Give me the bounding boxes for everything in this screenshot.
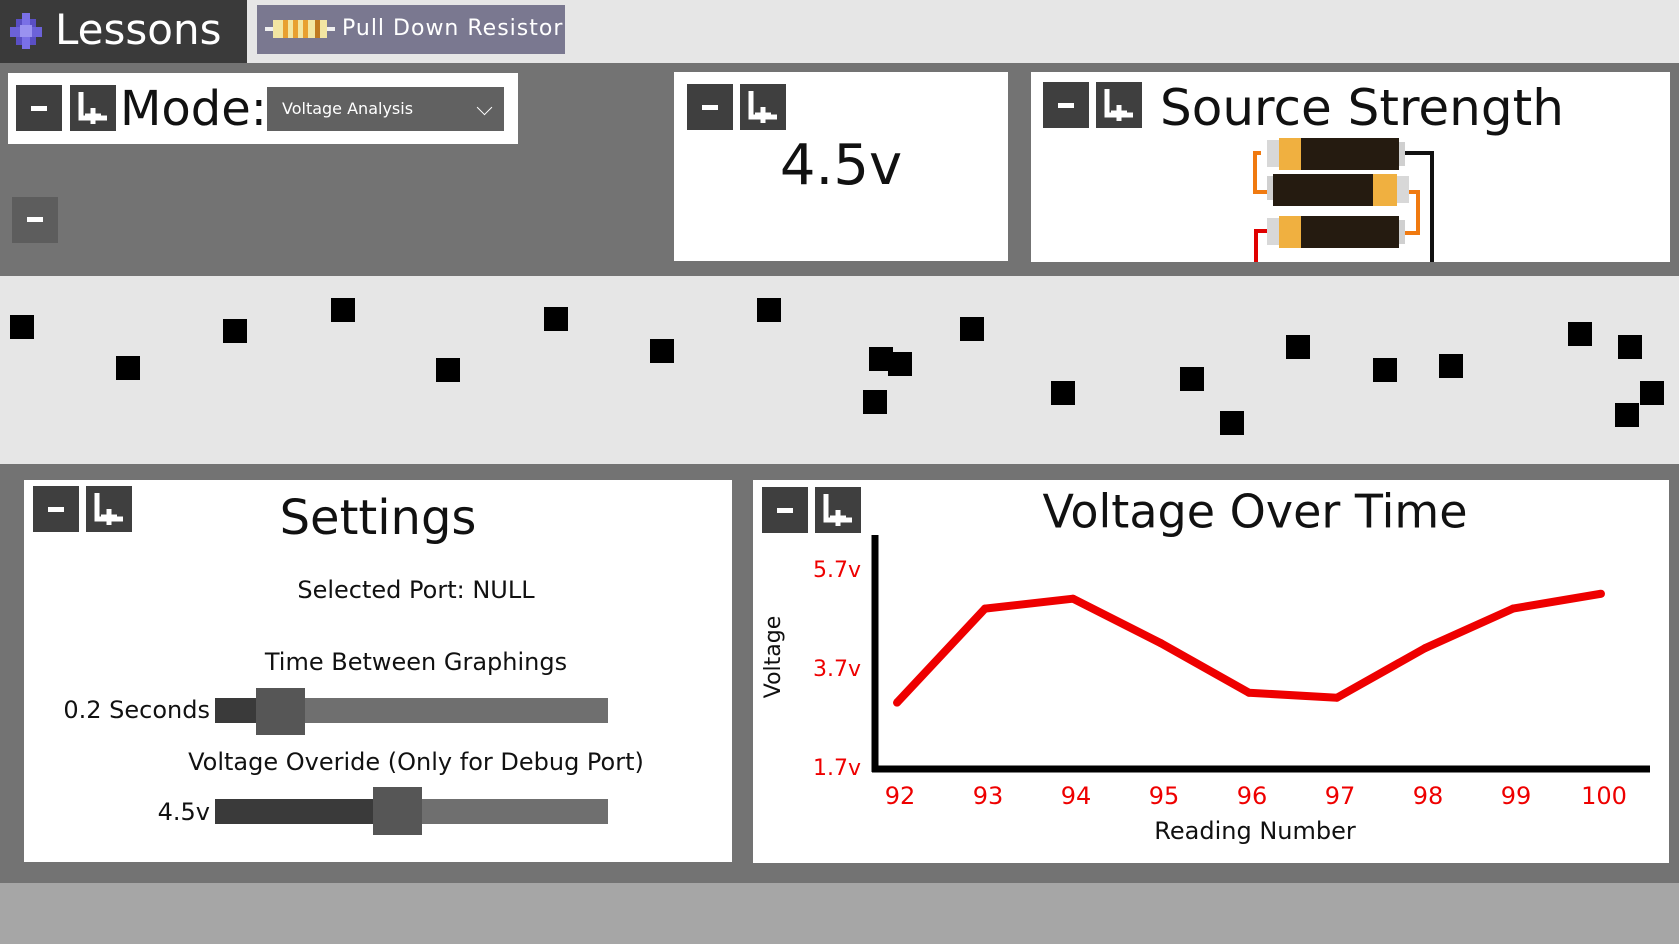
crop-icon xyxy=(748,91,777,123)
chart-y-tick-label: 1.7v xyxy=(813,756,861,781)
particle-dot xyxy=(756,297,781,322)
chart-title: Voltage Over Time xyxy=(1042,485,1467,539)
particle-dot xyxy=(649,339,674,364)
lesson-name: Pull Down Resistor xyxy=(342,16,564,41)
source-strength-title: Source Strength xyxy=(1160,79,1564,137)
top-bar xyxy=(0,0,1679,63)
chart-x-tick-label: 93 xyxy=(973,782,1004,810)
chart-x-tick-label: 96 xyxy=(1237,782,1268,810)
chart-data-point xyxy=(1509,604,1517,613)
time-between-slider-thumb[interactable] xyxy=(256,688,306,735)
chart-x-tick-label: 99 xyxy=(1501,782,1532,810)
chart-x-tick-label: 98 xyxy=(1413,782,1444,810)
particle-dot xyxy=(1050,380,1075,405)
source-minus-button[interactable] xyxy=(1043,82,1089,128)
particle-dot xyxy=(960,316,985,341)
voltage-override-slider-thumb[interactable] xyxy=(373,787,423,835)
voltage-crop-button[interactable] xyxy=(740,84,786,130)
selected-port-label: Selected Port: NULL xyxy=(297,576,535,604)
crop-icon xyxy=(823,494,852,526)
particle-dot xyxy=(887,352,912,377)
particle-dot xyxy=(543,307,568,332)
voltage-override-slider-fill xyxy=(215,799,384,824)
lessons-tab[interactable]: Lessons xyxy=(0,0,247,63)
mode-select[interactable]: Voltage Analysis xyxy=(267,87,504,131)
time-between-value: 0.2 Seconds xyxy=(63,696,210,724)
chart-data-point xyxy=(1333,693,1341,702)
particle-dot xyxy=(330,297,355,322)
particle-dot xyxy=(1180,367,1205,392)
voltage-override-label: Voltage Overide (Only for Debug Port) xyxy=(188,748,644,776)
chart-data-point xyxy=(1245,688,1253,697)
particle-dot xyxy=(862,389,887,414)
crop-icon xyxy=(78,92,107,124)
crop-icon xyxy=(1104,89,1133,121)
chart-y-tick-label: 5.7v xyxy=(813,558,861,583)
resistor-icon xyxy=(265,20,335,38)
chart-x-tick-label: 100 xyxy=(1581,782,1627,810)
particle-dot xyxy=(115,356,140,381)
voltage-minus-button[interactable] xyxy=(687,84,733,130)
particle-dot xyxy=(1438,354,1463,379)
particle-dot xyxy=(1285,335,1310,360)
chart-data-point xyxy=(1157,639,1165,648)
chart-data-point xyxy=(981,604,989,613)
mode-minus-button[interactable] xyxy=(16,85,62,131)
chart-x-tick-label: 92 xyxy=(885,782,916,810)
chevron-down-icon xyxy=(476,99,493,116)
particle-dot xyxy=(9,314,34,339)
particle-dot xyxy=(1618,335,1643,360)
chart-x-tick-label: 94 xyxy=(1061,782,1092,810)
chart-data-point xyxy=(893,698,901,707)
particle-dot xyxy=(1614,403,1639,428)
chart-axes: 5.7v 3.7v 1.7v 92 93 94 95 96 97 98 99 100 xyxy=(813,535,1650,810)
source-crop-button[interactable] xyxy=(1096,82,1142,128)
particle-dot xyxy=(1567,322,1592,347)
chart-y-tick-label: 3.7v xyxy=(813,657,861,682)
particle-dot xyxy=(436,358,461,382)
particle-dot xyxy=(223,318,248,343)
particle-strip xyxy=(0,276,1679,464)
chart-minus-button[interactable] xyxy=(762,487,808,533)
chart-data-point xyxy=(1597,589,1605,598)
puzzle-icon xyxy=(10,13,42,49)
settings-title: Settings xyxy=(279,490,477,546)
particle-dot xyxy=(1373,358,1398,382)
mode-select-value: Voltage Analysis xyxy=(282,99,414,118)
minus-button[interactable] xyxy=(12,197,58,243)
mode-label: Mode: xyxy=(120,81,267,137)
voltage-override-value: 4.5v xyxy=(157,798,210,826)
lesson-chip[interactable]: Pull Down Resistor xyxy=(257,5,565,54)
time-between-label: Time Between Graphings xyxy=(264,648,568,676)
chart-data-point xyxy=(1069,594,1077,603)
chart-crop-button[interactable] xyxy=(815,487,861,533)
voltage-chart: Voltage Over Time Voltage Reading Number… xyxy=(761,485,1650,845)
voltage-readout: 4.5v xyxy=(779,133,903,198)
lessons-label: Lessons xyxy=(55,5,222,54)
mode-crop-button[interactable] xyxy=(70,85,116,131)
chart-x-tick-label: 97 xyxy=(1325,782,1356,810)
chart-xlabel: Reading Number xyxy=(1154,817,1356,845)
particle-dot xyxy=(1220,410,1245,435)
chart-data-point xyxy=(1421,644,1429,653)
chart-series-line xyxy=(894,589,1602,706)
particle-dot xyxy=(1640,380,1665,405)
chart-x-tick-label: 95 xyxy=(1149,782,1180,810)
chart-ylabel: Voltage xyxy=(761,616,786,699)
